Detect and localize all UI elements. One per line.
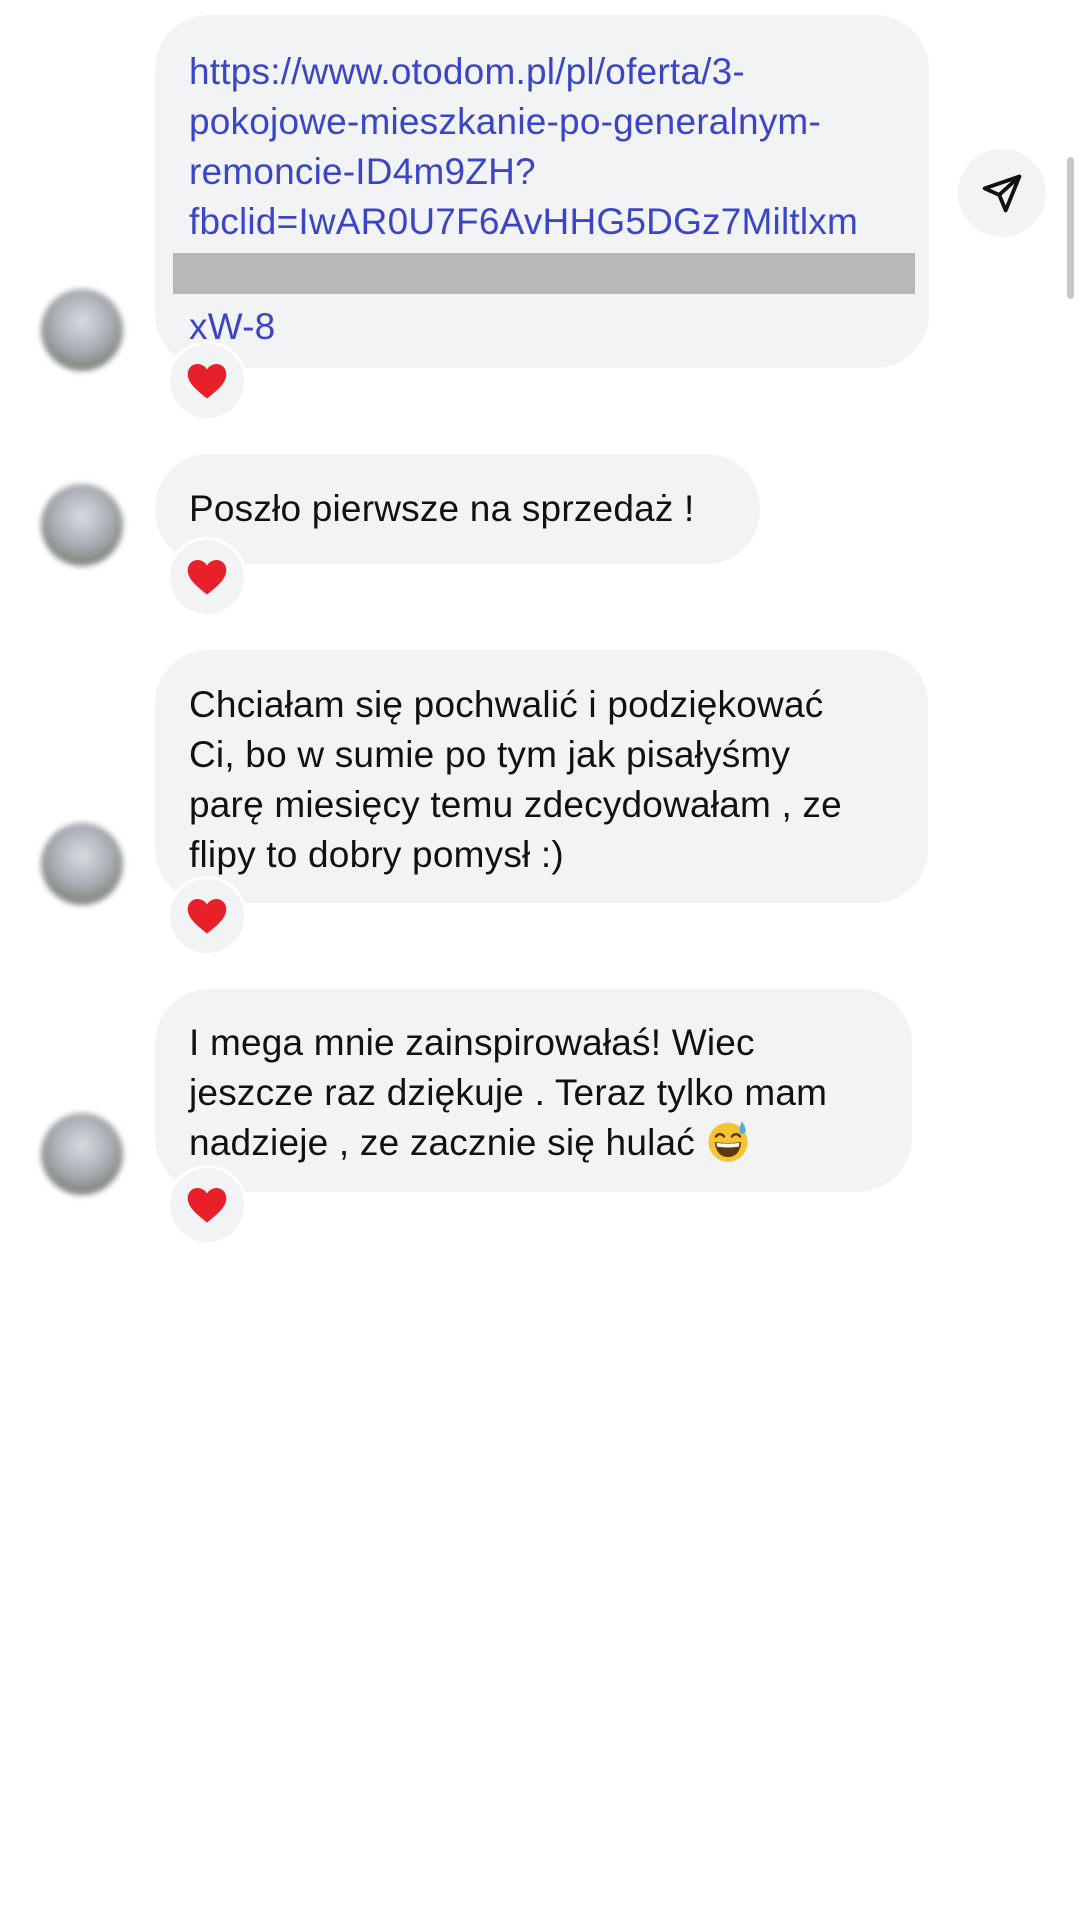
share-button[interactable]	[958, 149, 1046, 237]
red-heart-icon	[187, 560, 227, 595]
grinning-sweat-emoji	[708, 1121, 749, 1162]
message-text: Poszło pierwsze na sprzedaż !	[189, 488, 695, 529]
red-heart-icon	[187, 1188, 227, 1223]
avatar[interactable]	[41, 484, 123, 566]
scrollbar[interactable]	[1067, 157, 1074, 299]
avatar[interactable]	[41, 823, 123, 905]
message-text: Chciałam się pochwalić i podziękować	[189, 684, 824, 725]
red-heart-icon	[187, 899, 227, 934]
message-thread: https://www.otodom.pl/pl/oferta/3- pokoj…	[0, 0, 1080, 1920]
link-text-line[interactable]: xW-8	[189, 302, 895, 352]
heart-reaction[interactable]	[167, 1165, 247, 1245]
paper-plane-icon	[982, 174, 1022, 213]
link-text-line[interactable]: https://www.otodom.pl/pl/oferta/3-	[189, 47, 895, 97]
heart-reaction[interactable]	[167, 537, 247, 617]
heart-reaction[interactable]	[167, 341, 247, 421]
message-text-with-emoji: nadzieje , ze zacznie się hulać	[189, 1118, 878, 1168]
message-bubble[interactable]: Chciałam się pochwalić i podziękować Ci,…	[155, 650, 928, 903]
message-text: Ci, bo w sumie po tym jak pisałyśmy	[189, 734, 791, 775]
message-text: flipy to dobry pomysł :)	[189, 834, 564, 875]
red-heart-icon	[187, 364, 227, 399]
link-text-line[interactable]: fbclid=IwAR0U7F6AvHHG5DGz7Miltlxm	[189, 197, 895, 247]
avatar[interactable]	[41, 1113, 123, 1195]
link-text-line[interactable]: pokojowe-mieszkanie-po-generalnym-	[189, 97, 895, 147]
heart-reaction[interactable]	[167, 876, 247, 956]
message-bubble[interactable]: I mega mnie zainspirowałaś! Wiec jeszcze…	[155, 989, 912, 1192]
avatar[interactable]	[41, 289, 123, 371]
message-text: nadzieje , ze zacznie się hulać	[189, 1122, 695, 1163]
message-text: parę miesięcy temu zdecydowałam , ze	[189, 784, 842, 825]
message-text: jeszcze raz dziękuje . Teraz tylko mam	[189, 1072, 828, 1113]
redaction-bar	[173, 253, 915, 294]
message-bubble[interactable]: Poszło pierwsze na sprzedaż !	[155, 454, 760, 564]
message-text: I mega mnie zainspirowałaś! Wiec	[189, 1022, 755, 1063]
link-message-bubble[interactable]: https://www.otodom.pl/pl/oferta/3- pokoj…	[155, 15, 929, 368]
link-text-line[interactable]: remoncie-ID4m9ZH?	[189, 147, 895, 197]
